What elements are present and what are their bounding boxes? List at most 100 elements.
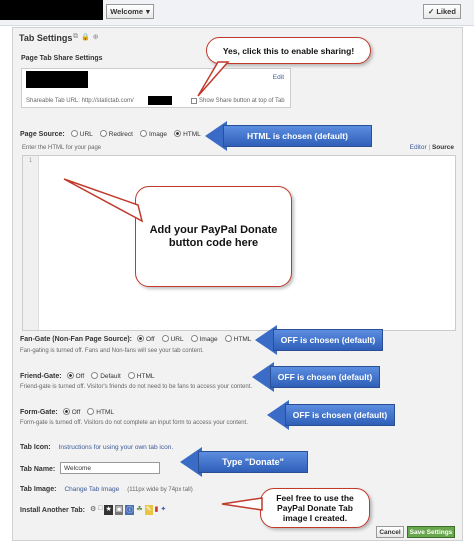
radio-form-off[interactable]	[62, 408, 70, 415]
redacted-tab-image	[26, 71, 88, 88]
radio-url[interactable]	[70, 130, 78, 137]
add-icon[interactable]: ⊕	[93, 33, 99, 41]
box-icon[interactable]: □	[98, 505, 102, 515]
friend-gate-off-option[interactable]: Off	[66, 372, 84, 380]
friend-gate-row: Friend-Gate: Off Default HTML	[20, 372, 155, 380]
bookmark-icon[interactable]: ▮	[155, 505, 159, 515]
lock-icon[interactable]: 🔒	[81, 33, 90, 41]
form-gate-arrow: OFF is chosen (default)	[267, 400, 395, 430]
welcome-tab-dropdown[interactable]: Welcome ▾	[106, 4, 154, 19]
friend-gate-label: Friend-Gate:	[20, 372, 62, 380]
radio-friend-default[interactable]	[91, 372, 99, 379]
line-number: 1	[28, 158, 33, 164]
page-source-row: Page Source: URL Redirect Image HTML	[20, 130, 201, 138]
tab-icon-instructions-link[interactable]: Instructions for using your own tab icon…	[59, 444, 174, 451]
fan-gate-arrow: OFF is chosen (default)	[255, 325, 383, 355]
leaf-icon[interactable]: ☘	[136, 505, 142, 515]
page-source-hint: Enter the HTML for your page	[22, 145, 102, 151]
form-gate-note: Form-gate is turned off. Visitors do not…	[20, 420, 248, 426]
radio-image[interactable]	[139, 130, 147, 137]
friend-gate-options: Off Default HTML	[66, 372, 155, 380]
image-tab-icon[interactable]: ▣	[114, 505, 124, 515]
copy-icon[interactable]: ⧉	[73, 33, 78, 41]
form-gate-html-option[interactable]: HTML	[87, 408, 114, 416]
fan-arrow-text: OFF is chosen (default)	[273, 329, 383, 351]
page-source-url-option[interactable]: URL	[70, 130, 93, 138]
radio-friend-off[interactable]	[66, 372, 74, 379]
radio-fan-image[interactable]	[190, 335, 198, 342]
fan-gate-note: Fan-gating is turned off. Fans and Non-f…	[20, 348, 204, 354]
share-settings-heading: Page Tab Share Settings	[21, 55, 103, 62]
tools-icon[interactable]: ⚙	[90, 505, 96, 515]
welcome-label: Welcome	[110, 7, 144, 16]
html-arrow-text: HTML is chosen (default)	[223, 125, 372, 147]
redacted-page-name	[0, 0, 103, 20]
radio-fan-html[interactable]	[224, 335, 232, 342]
source-mode-link[interactable]: Source	[432, 144, 454, 151]
install-tab-icons: ⚙ □ ★ ▣ ⓘ ☘ ✎ ▮ ✦	[90, 505, 166, 515]
share-url-label: Shareable Tab URL:	[26, 98, 80, 104]
fan-gate-url-option[interactable]: URL	[161, 335, 184, 343]
paypal-callout: Add your PayPal Donate button code here	[135, 186, 292, 287]
redacted-share-id	[148, 96, 172, 105]
page-source-redirect-option[interactable]: Redirect	[99, 130, 133, 138]
share-callout-pointer	[197, 61, 230, 97]
radio-html[interactable]	[174, 130, 182, 137]
tab-name-label: Tab Name:	[20, 466, 56, 473]
info-tab-icon[interactable]: ⓘ	[125, 505, 135, 515]
tab-icon-label: Tab Icon:	[20, 444, 51, 451]
install-tab-label: Install Another Tab:	[20, 506, 85, 514]
editor-gutter: 1	[23, 156, 39, 330]
title-icons: ⧉ 🔒 ⊕	[73, 33, 99, 41]
liked-button[interactable]: ✓ Liked	[423, 4, 461, 19]
name-arrow-text: Type "Donate"	[198, 451, 308, 473]
fan-gate-row: Fan-Gate (Non-Fan Page Source): Off URL …	[20, 335, 251, 343]
tab-image-callout: Feel free to use the PayPal Donate Tab i…	[260, 488, 370, 528]
editor-mode-switch: Editor | Source	[409, 144, 454, 151]
fan-gate-image-option[interactable]: Image	[190, 335, 218, 343]
page-source-html-option[interactable]: HTML	[174, 130, 201, 138]
share-callout: Yes, click this to enable sharing!	[206, 37, 371, 64]
chevron-down-icon: ▾	[146, 7, 150, 16]
check-icon: ✓	[428, 7, 435, 16]
tab-name-arrow: Type "Donate"	[180, 447, 308, 477]
save-settings-button[interactable]: Save Settings	[407, 526, 455, 538]
tab-name-input[interactable]: Welcome	[60, 462, 160, 474]
html-default-arrow: HTML is chosen (default)	[205, 121, 372, 151]
tab-icon-row: Tab Icon: Instructions for using your ow…	[20, 444, 173, 451]
paypal-callout-pointer	[63, 178, 144, 223]
cancel-button[interactable]: Cancel	[376, 526, 404, 538]
page-header-bar: Welcome ▾ ✓ Liked	[0, 0, 474, 26]
twitter-bird-icon[interactable]: ✦	[160, 505, 166, 515]
page-source-image-option[interactable]: Image	[139, 130, 167, 138]
radio-fan-off[interactable]	[137, 335, 145, 342]
fan-gate-label: Fan-Gate (Non-Fan Page Source):	[20, 335, 133, 343]
radio-form-html[interactable]	[87, 408, 95, 415]
fan-gate-html-option[interactable]: HTML	[224, 335, 251, 343]
friend-gate-note: Friend-gate is turned off. Visitor's fri…	[20, 384, 253, 390]
page-source-label: Page Source:	[20, 130, 65, 138]
radio-friend-html[interactable]	[127, 372, 135, 379]
notes-icon[interactable]: ✎	[144, 505, 153, 515]
form-gate-options: Off HTML	[62, 408, 114, 416]
friend-gate-html-option[interactable]: HTML	[127, 372, 155, 380]
form-gate-row: Form-Gate: Off HTML	[20, 408, 114, 416]
fan-gate-off-option[interactable]: Off	[137, 335, 155, 343]
share-edit-link[interactable]: Edit	[273, 74, 284, 81]
radio-fan-url[interactable]	[161, 335, 169, 342]
fan-gate-options: Off URL Image HTML	[137, 335, 251, 343]
friend-gate-default-option[interactable]: Default	[91, 372, 121, 380]
form-arrow-text: OFF is chosen (default)	[285, 404, 395, 426]
form-gate-off-option[interactable]: Off	[62, 408, 80, 416]
tab-image-row: Tab Image: Change Tab Image (111px wide …	[20, 486, 193, 493]
share-settings-box: Edit Shareable Tab URL: http://statictab…	[21, 68, 291, 108]
form-gate-label: Form-Gate:	[20, 408, 58, 416]
change-tab-image-link[interactable]: Change Tab Image	[64, 486, 119, 493]
image-callout-pointer	[221, 497, 263, 511]
tab-settings-title: Tab Settings	[19, 33, 73, 43]
editor-mode-link[interactable]: Editor	[410, 144, 427, 151]
friend-arrow-text: OFF is chosen (default)	[270, 366, 380, 388]
star-tab-icon[interactable]: ★	[104, 505, 113, 515]
share-url-value[interactable]: http://statictab.com/	[82, 98, 134, 104]
radio-redirect[interactable]	[99, 130, 107, 137]
